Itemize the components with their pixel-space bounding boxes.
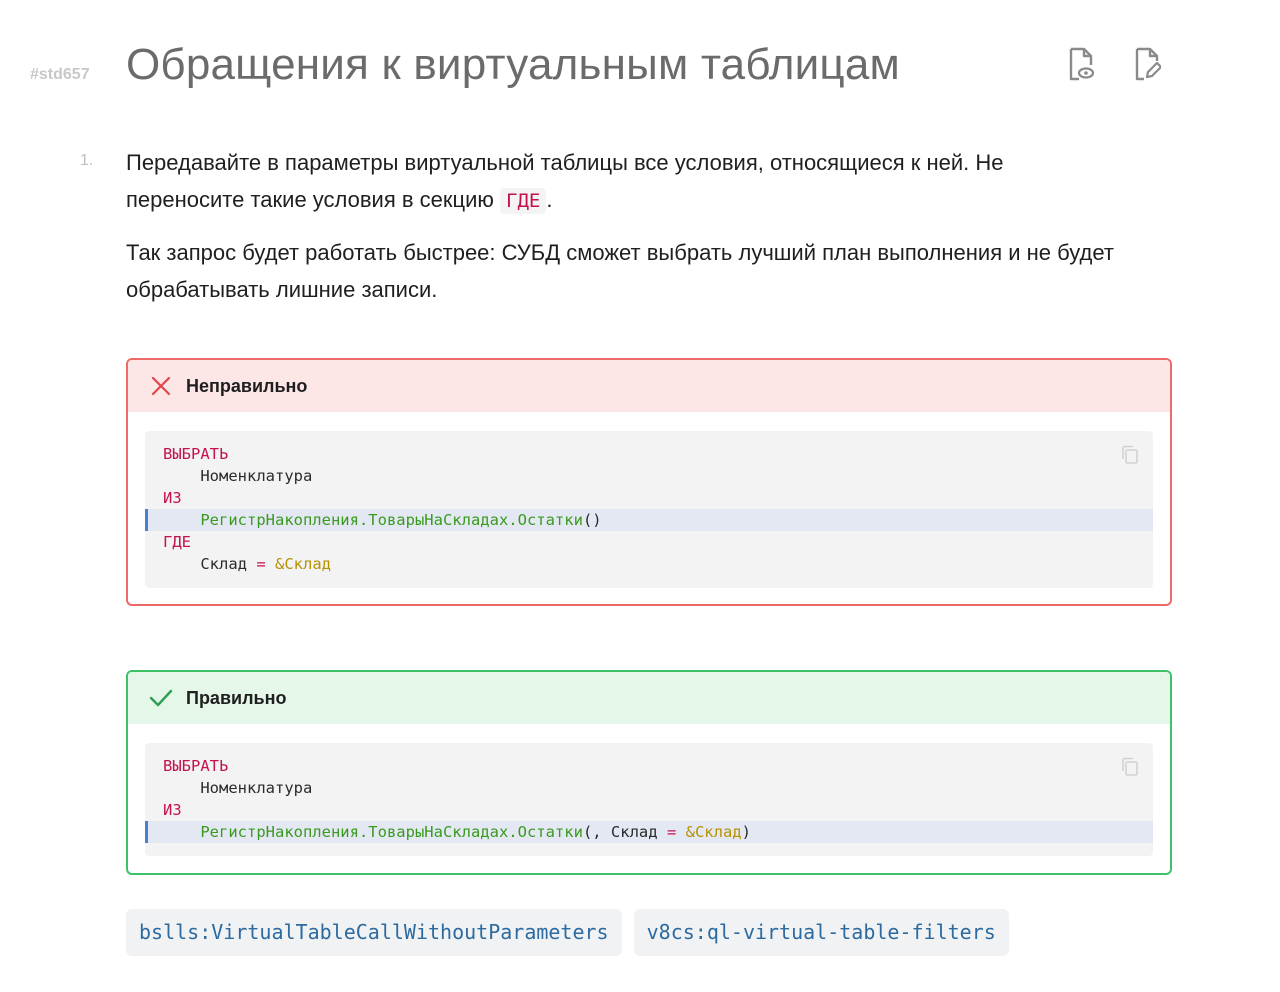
tag-bslls[interactable]: bslls:VirtualTableCallWithoutParameters	[126, 909, 622, 956]
code-parameter: &Склад	[265, 555, 331, 573]
paragraph-reason: Так запрос будет работать быстрее: СУБД …	[126, 240, 1114, 302]
code-keyword: ВЫБРАТЬ	[163, 445, 229, 463]
edit-button[interactable]	[1132, 46, 1162, 82]
page-title: Обращения к виртуальным таблицам	[126, 40, 900, 89]
copy-icon	[1122, 445, 1138, 464]
right-example: Правильно ВЫБРАТЬ Номенклатура ИЗ Регист…	[126, 670, 1172, 875]
right-example-header: Правильно	[128, 672, 1170, 724]
code-operator: =	[666, 823, 677, 841]
copy-button[interactable]	[1121, 757, 1139, 777]
code-line: ВЫБРАТЬ	[145, 755, 1153, 777]
close-icon	[148, 373, 174, 399]
code-parens: ()	[582, 511, 602, 529]
list-number: 1.	[80, 152, 94, 169]
code-operator: =	[256, 555, 266, 573]
code-line: Склад = &Склад	[145, 553, 1153, 575]
copy-button[interactable]	[1121, 445, 1139, 465]
code-keyword: ГДЕ	[163, 533, 191, 551]
code-identifier: Номенклатура	[163, 467, 313, 485]
code-line: ГДЕ	[145, 531, 1153, 553]
code-close-paren: )	[741, 823, 751, 841]
code-identifier: Склад	[163, 555, 257, 573]
tag-list: bslls:VirtualTableCallWithoutParameters …	[126, 909, 1009, 956]
code-line-highlighted: РегистрНакопления.ТоварыНаСкладах.Остатк…	[145, 509, 1153, 531]
code-identifier: Номенклатура	[163, 779, 313, 797]
code-keyword: ИЗ	[163, 489, 182, 507]
toolbar	[1066, 46, 1162, 82]
file-eye-icon	[1069, 47, 1095, 81]
paragraph-rule: Передавайте в параметры виртуальной табл…	[126, 144, 1126, 220]
std-id: #std657	[30, 66, 90, 83]
code-line: Номенклатура	[145, 465, 1153, 487]
rule-text: Передавайте в параметры виртуальной табл…	[126, 150, 1004, 212]
code-keyword: ВЫБРАТЬ	[163, 757, 229, 775]
tag-v8cs[interactable]: v8cs:ql-virtual-table-filters	[633, 909, 1009, 956]
wrong-code-block: ВЫБРАТЬ Номенклатура ИЗ РегистрНакоплени…	[145, 431, 1153, 588]
code-line: ИЗ	[145, 799, 1153, 821]
code-function: РегистрНакопления.ТоварыНаСкладах.Остатк…	[163, 823, 583, 841]
right-code-block: ВЫБРАТЬ Номенклатура ИЗ РегистрНакоплени…	[145, 743, 1153, 856]
right-example-label: Правильно	[186, 687, 287, 708]
wrong-example-header: Неправильно	[128, 360, 1170, 412]
wrong-example-label: Неправильно	[186, 375, 308, 396]
copy-icon	[1122, 757, 1138, 776]
code-line-highlighted: РегистрНакопления.ТоварыНаСкладах.Остатк…	[145, 821, 1153, 843]
wrong-example: Неправильно ВЫБРАТЬ Номенклатура ИЗ Реги…	[126, 358, 1172, 606]
inline-code-gde: ГДЕ	[500, 188, 547, 214]
check-icon	[148, 685, 174, 711]
code-arguments: (, Склад	[582, 823, 667, 841]
file-edit-icon	[1135, 47, 1161, 81]
code-line: ВЫБРАТЬ	[145, 443, 1153, 465]
code-parameter: &Склад	[676, 823, 742, 841]
preview-button[interactable]	[1066, 46, 1096, 82]
code-line: Номенклатура	[145, 777, 1153, 799]
rule-text-end: .	[546, 187, 553, 212]
code-keyword: ИЗ	[163, 801, 182, 819]
code-line: ИЗ	[145, 487, 1153, 509]
code-function: РегистрНакопления.ТоварыНаСкладах.Остатк…	[163, 511, 583, 529]
